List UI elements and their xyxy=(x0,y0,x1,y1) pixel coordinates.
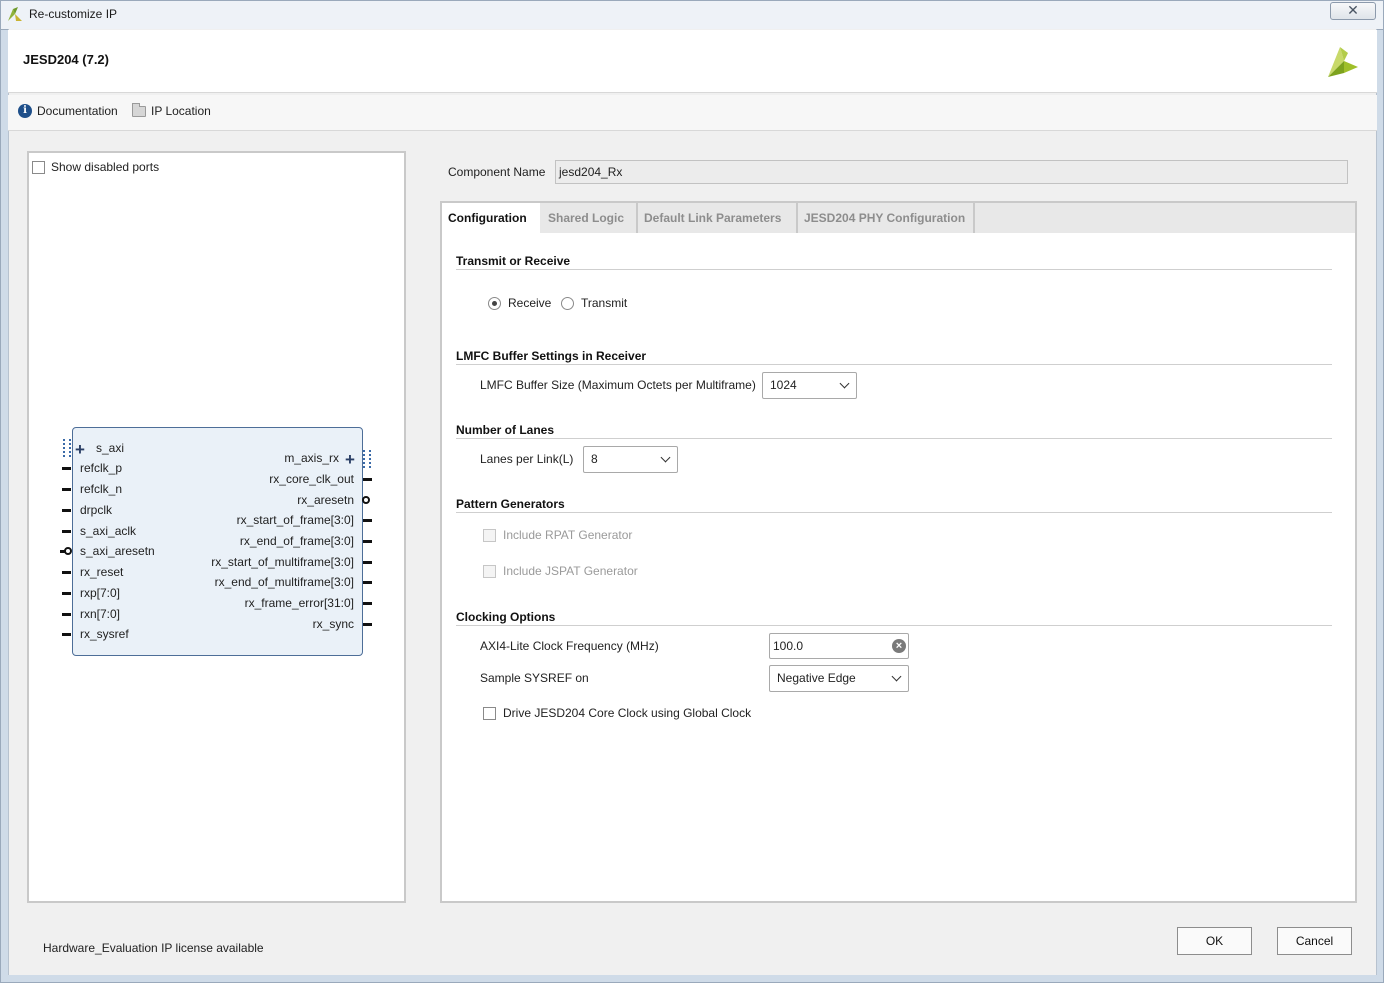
section-transmit-or-receive: Transmit or Receive xyxy=(456,254,1332,270)
lanes-per-link-label: Lanes per Link(L) xyxy=(480,452,574,466)
global-clock-checkbox[interactable] xyxy=(483,707,496,720)
receive-label: Receive xyxy=(508,296,552,310)
port-label: drpclk xyxy=(80,503,113,517)
port-label: rx_end_of_multiframe[3:0] xyxy=(214,575,354,589)
axi-clock-frequency-label: AXI4-Lite Clock Frequency (MHz) xyxy=(480,639,659,653)
tabs-panel xyxy=(440,201,1357,903)
port-pin xyxy=(62,509,71,512)
sample-sysref-select[interactable]: Negative Edge xyxy=(769,665,909,692)
show-disabled-ports-checkbox[interactable] xyxy=(32,161,45,174)
tab-configuration[interactable]: Configuration xyxy=(442,203,540,233)
port-pin xyxy=(60,550,65,553)
port-label: s_axi_aresetn xyxy=(80,544,155,558)
port-label: rx_sysref xyxy=(80,627,129,641)
port-pin xyxy=(363,478,372,481)
clear-icon[interactable]: × xyxy=(892,639,906,653)
port-pin xyxy=(62,592,71,595)
port-label: rx_sync xyxy=(312,617,354,631)
port-label: refclk_p xyxy=(80,461,123,475)
info-icon: i xyxy=(18,104,32,118)
section-pattern-generators: Pattern Generators xyxy=(456,497,1332,513)
section-number-of-lanes: Number of Lanes xyxy=(456,423,1332,439)
window-title: Re-customize IP xyxy=(29,7,118,21)
port-label: rx_aresetn xyxy=(297,493,354,507)
license-status: Hardware_Evaluation IP license available xyxy=(43,941,264,955)
port-pin xyxy=(363,519,372,522)
component-name-input[interactable]: jesd204_Rx xyxy=(555,160,1348,184)
port-label: rx_core_clk_out xyxy=(269,472,354,486)
ip-location-label: IP Location xyxy=(151,104,211,118)
close-button[interactable]: ✕ xyxy=(1330,2,1376,20)
port-pin xyxy=(363,561,372,564)
port-pin xyxy=(363,623,372,626)
port-pin xyxy=(363,540,372,543)
tab-default-link-parameters[interactable]: Default Link Parameters xyxy=(638,203,798,233)
axi-clock-frequency-input[interactable]: 100.0 × xyxy=(769,633,909,659)
include-rpat-checkbox[interactable] xyxy=(483,529,496,542)
tab-jesd204-phy-configuration[interactable]: JESD204 PHY Configuration xyxy=(798,203,975,233)
port-label: rx_frame_error[31:0] xyxy=(244,596,354,610)
bus-interface-icon xyxy=(363,450,371,468)
sample-sysref-label: Sample SYSREF on xyxy=(480,671,589,685)
lmfc-buffer-size-value: 1024 xyxy=(770,378,797,392)
port-label: rx_reset xyxy=(80,565,124,579)
port-label: s_axi xyxy=(96,441,125,455)
title-bar xyxy=(0,0,1384,29)
expand-plus-icon[interactable]: + xyxy=(345,451,355,468)
transmit-label: Transmit xyxy=(581,296,628,310)
port-label: refclk_n xyxy=(80,482,123,496)
chevron-down-icon xyxy=(660,452,671,463)
include-rpat-label: Include RPAT Generator xyxy=(503,528,633,542)
port-pin xyxy=(62,633,71,636)
lmfc-buffer-size-select[interactable]: 1024 xyxy=(762,372,857,399)
lmfc-buffer-size-label: LMFC Buffer Size (Maximum Octets per Mul… xyxy=(480,378,756,392)
active-low-bubble-icon xyxy=(64,547,72,555)
xilinx-logo-icon xyxy=(1328,47,1358,77)
dialog-header xyxy=(8,30,1377,93)
port-label: rxn[7:0] xyxy=(80,607,121,621)
tab-shared-logic[interactable]: Shared Logic xyxy=(542,203,638,233)
toolbar xyxy=(8,95,1377,131)
active-low-bubble-icon xyxy=(362,496,370,504)
port-label: m_axis_rx xyxy=(284,451,339,465)
include-jspat-checkbox[interactable] xyxy=(483,565,496,578)
documentation-label: Documentation xyxy=(37,104,118,118)
port-pin xyxy=(62,571,71,574)
global-clock-label: Drive JESD204 Core Clock using Global Cl… xyxy=(503,706,752,720)
sample-sysref-value: Negative Edge xyxy=(777,671,856,685)
receive-radio[interactable] xyxy=(488,297,501,310)
port-pin xyxy=(62,530,71,533)
section-lmfc-buffer: LMFC Buffer Settings in Receiver xyxy=(456,349,1332,365)
axi-clock-frequency-value: 100.0 xyxy=(773,639,804,653)
section-clocking-options: Clocking Options xyxy=(456,610,1332,626)
port-label: s_axi_aclk xyxy=(80,524,137,538)
port-pin xyxy=(62,613,71,616)
include-jspat-label: Include JSPAT Generator xyxy=(503,564,638,578)
lanes-per-link-select[interactable]: 8 xyxy=(583,446,678,473)
port-pin xyxy=(363,581,372,584)
port-pin xyxy=(62,488,71,491)
cancel-button[interactable]: Cancel xyxy=(1277,927,1352,955)
show-disabled-ports-label: Show disabled ports xyxy=(51,160,160,174)
lanes-per-link-value: 8 xyxy=(591,452,598,466)
ok-button[interactable]: OK xyxy=(1177,927,1252,955)
bus-interface-icon xyxy=(63,439,71,457)
component-name-label: Component Name xyxy=(448,165,546,179)
ip-title: JESD204 (7.2) xyxy=(23,52,109,67)
vivado-app-icon xyxy=(8,7,22,21)
expand-plus-icon[interactable]: + xyxy=(75,441,85,458)
port-label: rxp[7:0] xyxy=(80,586,121,600)
port-pin xyxy=(62,467,71,470)
chevron-down-icon xyxy=(891,671,902,682)
port-label: rx_start_of_multiframe[3:0] xyxy=(211,555,354,569)
folder-icon xyxy=(132,102,146,117)
port-label: rx_start_of_frame[3:0] xyxy=(236,513,354,527)
port-label: rx_end_of_frame[3:0] xyxy=(239,534,354,548)
documentation-menu[interactable]: i Documentation xyxy=(18,104,118,118)
port-pin xyxy=(363,602,372,605)
transmit-radio[interactable] xyxy=(561,297,574,310)
ip-location-button[interactable]: IP Location xyxy=(132,102,211,118)
chevron-down-icon xyxy=(839,378,850,389)
